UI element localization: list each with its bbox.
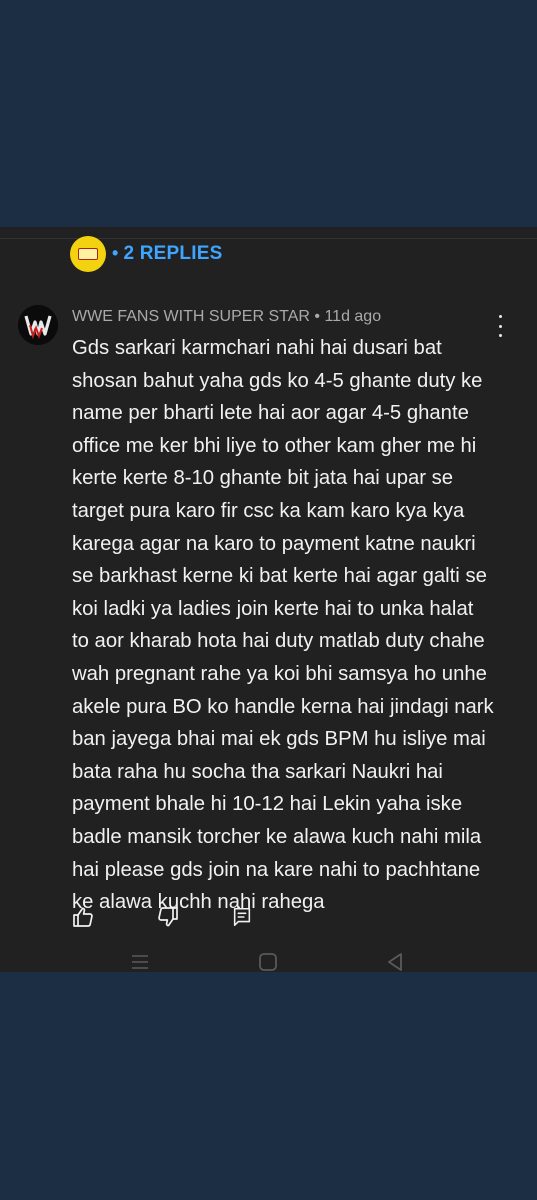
comment-time: 11d ago: [324, 308, 382, 325]
comment-meta: WWE FANS WITH SUPER STAR • 11d ago: [72, 308, 381, 326]
meta-separator: •: [314, 308, 320, 325]
comment-body: Gds sarkari karmchari nahi hai dusari ba…: [72, 337, 494, 914]
channel-logo-icon: [70, 236, 106, 272]
back-icon[interactable]: [381, 948, 409, 976]
reply-comment-icon[interactable]: [229, 904, 255, 930]
replies-dot: •: [112, 243, 119, 263]
comment-author[interactable]: WWE FANS WITH SUPER STAR: [72, 308, 310, 325]
view-replies-button[interactable]: • 2 REPLIES: [70, 236, 222, 272]
replies-count-text: 2 REPLIES: [123, 243, 223, 264]
wwe-logo-icon[interactable]: [18, 305, 58, 345]
home-icon[interactable]: [254, 948, 282, 976]
replies-label[interactable]: • 2 REPLIES: [112, 243, 222, 265]
recent-apps-icon[interactable]: [126, 948, 154, 976]
thumbs-up-icon[interactable]: [70, 904, 96, 930]
thumbs-down-icon[interactable]: [155, 904, 181, 930]
screenshot-page: • 2 REPLIES WWE FANS WITH SUPER STAR • 11…: [0, 0, 537, 1200]
